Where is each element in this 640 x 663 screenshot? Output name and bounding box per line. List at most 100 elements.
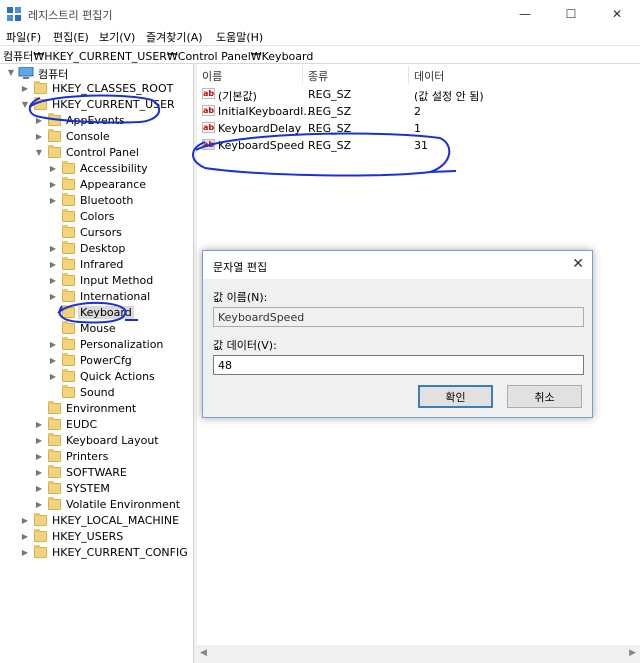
value-row-initialkeyboard[interactable]: ab InitialKeyboardI... REG_SZ 2 xyxy=(196,103,640,119)
tree-item-personalization[interactable]: ▶ Personalization xyxy=(0,337,192,353)
chevron-down-icon[interactable]: ▼ xyxy=(6,68,16,78)
dialog-close-icon[interactable]: ✕ xyxy=(572,256,584,272)
tree-item-control-panel[interactable]: ▼ Control Panel xyxy=(0,145,192,161)
address-path[interactable]: 컴퓨터₩HKEY_CURRENT_USER₩Control Panel₩Keyb… xyxy=(3,48,313,64)
tree-item-system[interactable]: ▶ SYSTEM xyxy=(0,481,192,497)
tree-item-volatile-environment[interactable]: ▶ Volatile Environment xyxy=(0,497,192,513)
folder-icon xyxy=(62,257,75,270)
scroll-left-icon[interactable]: ◀ xyxy=(200,648,207,658)
chevron-down-icon[interactable]: ▼ xyxy=(20,100,30,110)
chevron-right-icon[interactable]: ▶ xyxy=(48,292,58,302)
chevron-right-icon[interactable]: ▶ xyxy=(48,372,58,382)
scroll-right-icon[interactable]: ▶ xyxy=(629,648,636,658)
tree-item-console[interactable]: ▶ Console xyxy=(0,129,192,145)
chevron-right-icon[interactable]: ▶ xyxy=(34,420,44,430)
chevron-right-icon[interactable]: ▶ xyxy=(48,340,58,350)
chevron-right-icon[interactable]: ▶ xyxy=(34,468,44,478)
chevron-right-icon[interactable]: ▶ xyxy=(20,532,30,542)
chevron-right-icon[interactable]: ▶ xyxy=(48,180,58,190)
folder-icon xyxy=(48,497,61,510)
tree-label: Mouse xyxy=(80,322,116,335)
chevron-right-icon[interactable]: ▶ xyxy=(34,132,44,142)
folder-icon xyxy=(48,449,61,462)
tree-item-mouse[interactable]: Mouse xyxy=(0,321,192,337)
minimize-button[interactable]: — xyxy=(502,0,548,28)
maximize-button[interactable]: ☐ xyxy=(548,0,594,28)
tree-item-hku[interactable]: ▶ HKEY_USERS xyxy=(0,529,192,545)
tree-item-computer[interactable]: ▼ 컴퓨터 xyxy=(0,65,192,81)
value-name-field[interactable] xyxy=(213,307,584,327)
tree-item-international[interactable]: ▶ International xyxy=(0,289,192,305)
folder-icon xyxy=(62,177,75,190)
close-button[interactable]: ✕ xyxy=(594,0,640,28)
tree-item-hkcc[interactable]: ▶ HKEY_CURRENT_CONFIG xyxy=(0,545,192,561)
folder-icon xyxy=(62,289,75,302)
tree-label: 컴퓨터 xyxy=(38,68,69,81)
chevron-right-icon[interactable]: ▶ xyxy=(20,84,30,94)
menu-help[interactable]: 도움말(H) xyxy=(216,29,263,45)
tree-item-input-method[interactable]: ▶ Input Method xyxy=(0,273,192,289)
value-row-keyboardspeed[interactable]: ab KeyboardSpeed REG_SZ 31 xyxy=(196,137,640,153)
value-row-default[interactable]: ab (기본값) REG_SZ (값 설정 안 됨) xyxy=(196,86,640,103)
tree-item-colors[interactable]: Colors xyxy=(0,209,192,225)
column-divider[interactable] xyxy=(302,66,303,84)
tree-item-cursors[interactable]: Cursors xyxy=(0,225,192,241)
address-bar[interactable]: 컴퓨터₩HKEY_CURRENT_USER₩Control Panel₩Keyb… xyxy=(0,45,640,64)
dialog-title: 문자열 편집 xyxy=(213,261,268,274)
menu-favorites[interactable]: 즐겨찾기(A) xyxy=(146,29,203,45)
tree-item-software[interactable]: ▶ SOFTWARE xyxy=(0,465,192,481)
chevron-right-icon[interactable]: ▶ xyxy=(34,452,44,462)
column-header-name[interactable]: 이름 xyxy=(202,68,222,84)
chevron-right-icon[interactable]: ▶ xyxy=(48,276,58,286)
chevron-right-icon[interactable]: ▶ xyxy=(20,516,30,526)
column-header-type[interactable]: 종류 xyxy=(308,68,328,84)
folder-icon xyxy=(34,513,47,526)
tree-item-environment[interactable]: Environment xyxy=(0,401,192,417)
tree-label: HKEY_CLASSES_ROOT xyxy=(52,82,174,95)
chevron-right-icon[interactable]: ▶ xyxy=(34,500,44,510)
tree-item-hklm[interactable]: ▶ HKEY_LOCAL_MACHINE xyxy=(0,513,192,529)
tree-item-keyboard-layout[interactable]: ▶ Keyboard Layout xyxy=(0,433,192,449)
value-data: 1 xyxy=(414,122,421,135)
chevron-right-icon[interactable]: ▶ xyxy=(48,260,58,270)
chevron-right-icon[interactable]: ▶ xyxy=(48,244,58,254)
value-data-input[interactable] xyxy=(213,355,584,375)
tree-item-infrared[interactable]: ▶ Infrared xyxy=(0,257,192,273)
horizontal-scrollbar[interactable]: ◀ ▶ xyxy=(196,645,640,663)
tree-item-hkcu[interactable]: ▼ HKEY_CURRENT_USER xyxy=(0,97,192,113)
column-header-data[interactable]: 데이터 xyxy=(414,68,444,84)
tree-item-quick-actions[interactable]: ▶ Quick Actions xyxy=(0,369,192,385)
ok-button[interactable]: 확인 xyxy=(418,385,493,408)
tree-item-eudc[interactable]: ▶ EUDC xyxy=(0,417,192,433)
chevron-right-icon[interactable]: ▶ xyxy=(48,164,58,174)
tree-item-desktop[interactable]: ▶ Desktop xyxy=(0,241,192,257)
tree-item-sound[interactable]: Sound xyxy=(0,385,192,401)
tree-label: Personalization xyxy=(80,338,164,351)
tree-item-keyboard[interactable]: Keyboard xyxy=(0,305,192,321)
menu-view[interactable]: 보기(V) xyxy=(99,29,135,45)
key-tree[interactable]: ▼ 컴퓨터 ▶ HKEY_CLASSES_ROOT ▼ HKEY_CURRENT… xyxy=(0,64,192,663)
chevron-right-icon[interactable]: ▶ xyxy=(48,196,58,206)
chevron-down-icon[interactable]: ▼ xyxy=(34,148,44,158)
tree-label: Accessibility xyxy=(80,162,148,175)
tree-item-appevents[interactable]: ▶ AppEvents xyxy=(0,113,192,129)
chevron-right-icon[interactable]: ▶ xyxy=(34,484,44,494)
tree-item-accessibility[interactable]: ▶ Accessibility xyxy=(0,161,192,177)
chevron-right-icon[interactable]: ▶ xyxy=(34,116,44,126)
menu-file[interactable]: 파일(F) xyxy=(6,29,41,45)
tree-item-hkcr[interactable]: ▶ HKEY_CLASSES_ROOT xyxy=(0,81,192,97)
chevron-right-icon[interactable]: ▶ xyxy=(20,548,30,558)
chevron-right-icon[interactable]: ▶ xyxy=(48,356,58,366)
menu-edit[interactable]: 편집(E) xyxy=(53,29,89,45)
tree-item-printers[interactable]: ▶ Printers xyxy=(0,449,192,465)
chevron-right-icon[interactable]: ▶ xyxy=(34,436,44,446)
value-row-keyboarddelay[interactable]: ab KeyboardDelay REG_SZ 1 xyxy=(196,120,640,136)
value-type: REG_SZ xyxy=(308,122,352,135)
cancel-button[interactable]: 취소 xyxy=(507,385,582,408)
tree-item-appearance[interactable]: ▶ Appearance xyxy=(0,177,192,193)
tree-item-bluetooth[interactable]: ▶ Bluetooth xyxy=(0,193,192,209)
folder-icon xyxy=(62,353,75,366)
dialog-title-bar[interactable]: 문자열 편집 ✕ xyxy=(203,251,592,279)
column-divider[interactable] xyxy=(408,66,409,84)
tree-item-powercfg[interactable]: ▶ PowerCfg xyxy=(0,353,192,369)
